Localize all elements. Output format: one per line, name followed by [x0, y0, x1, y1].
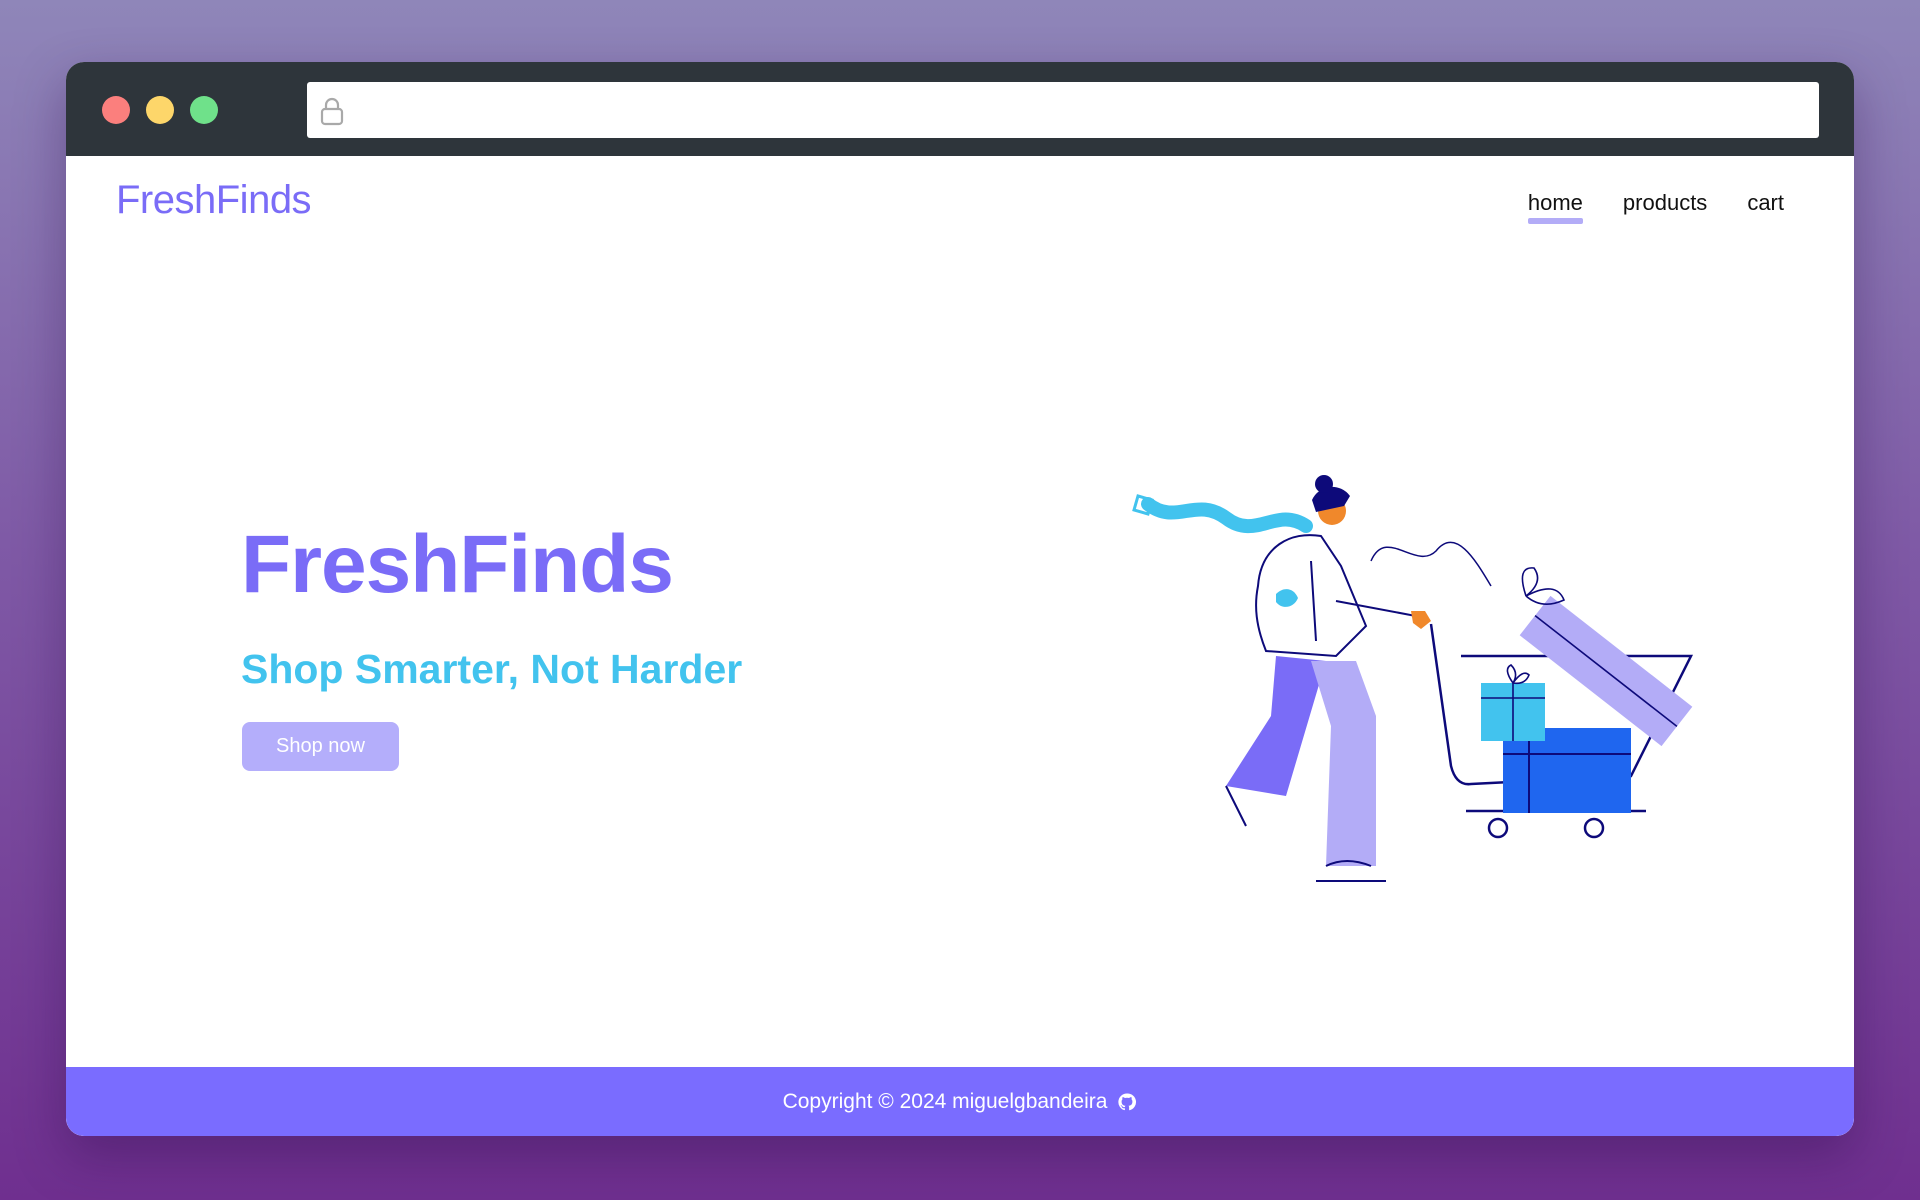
zoom-window-button[interactable]: [190, 96, 218, 124]
site-logo[interactable]: FreshFinds: [116, 178, 312, 223]
github-icon[interactable]: [1117, 1092, 1137, 1112]
hero-title: FreshFinds: [241, 519, 674, 610]
shopping-cart-illustration: [1132, 475, 1694, 882]
nav-cart-link[interactable]: cart: [1747, 190, 1784, 222]
browser-window: FreshFinds home products cart FreshFinds…: [66, 62, 1854, 1136]
main-nav: home products cart: [1527, 190, 1784, 224]
page-footer: Copyright © 2024 miguelgbandeira: [66, 1067, 1854, 1136]
address-bar[interactable]: [307, 82, 1819, 138]
nav-home-link[interactable]: home: [1527, 190, 1583, 224]
minimize-window-button[interactable]: [146, 96, 174, 124]
shop-now-button[interactable]: Shop now: [242, 722, 399, 771]
copyright-text: Copyright © 2024 miguelgbandeira: [782, 1089, 1108, 1113]
browser-titlebar: [66, 62, 1854, 156]
page-content: FreshFinds home products cart FreshFinds…: [66, 156, 1854, 1136]
lock-icon: [320, 97, 344, 126]
nav-products-link[interactable]: products: [1623, 190, 1707, 222]
close-window-button[interactable]: [102, 96, 130, 124]
hero-subtitle: Shop Smarter, Not Harder: [241, 646, 743, 692]
